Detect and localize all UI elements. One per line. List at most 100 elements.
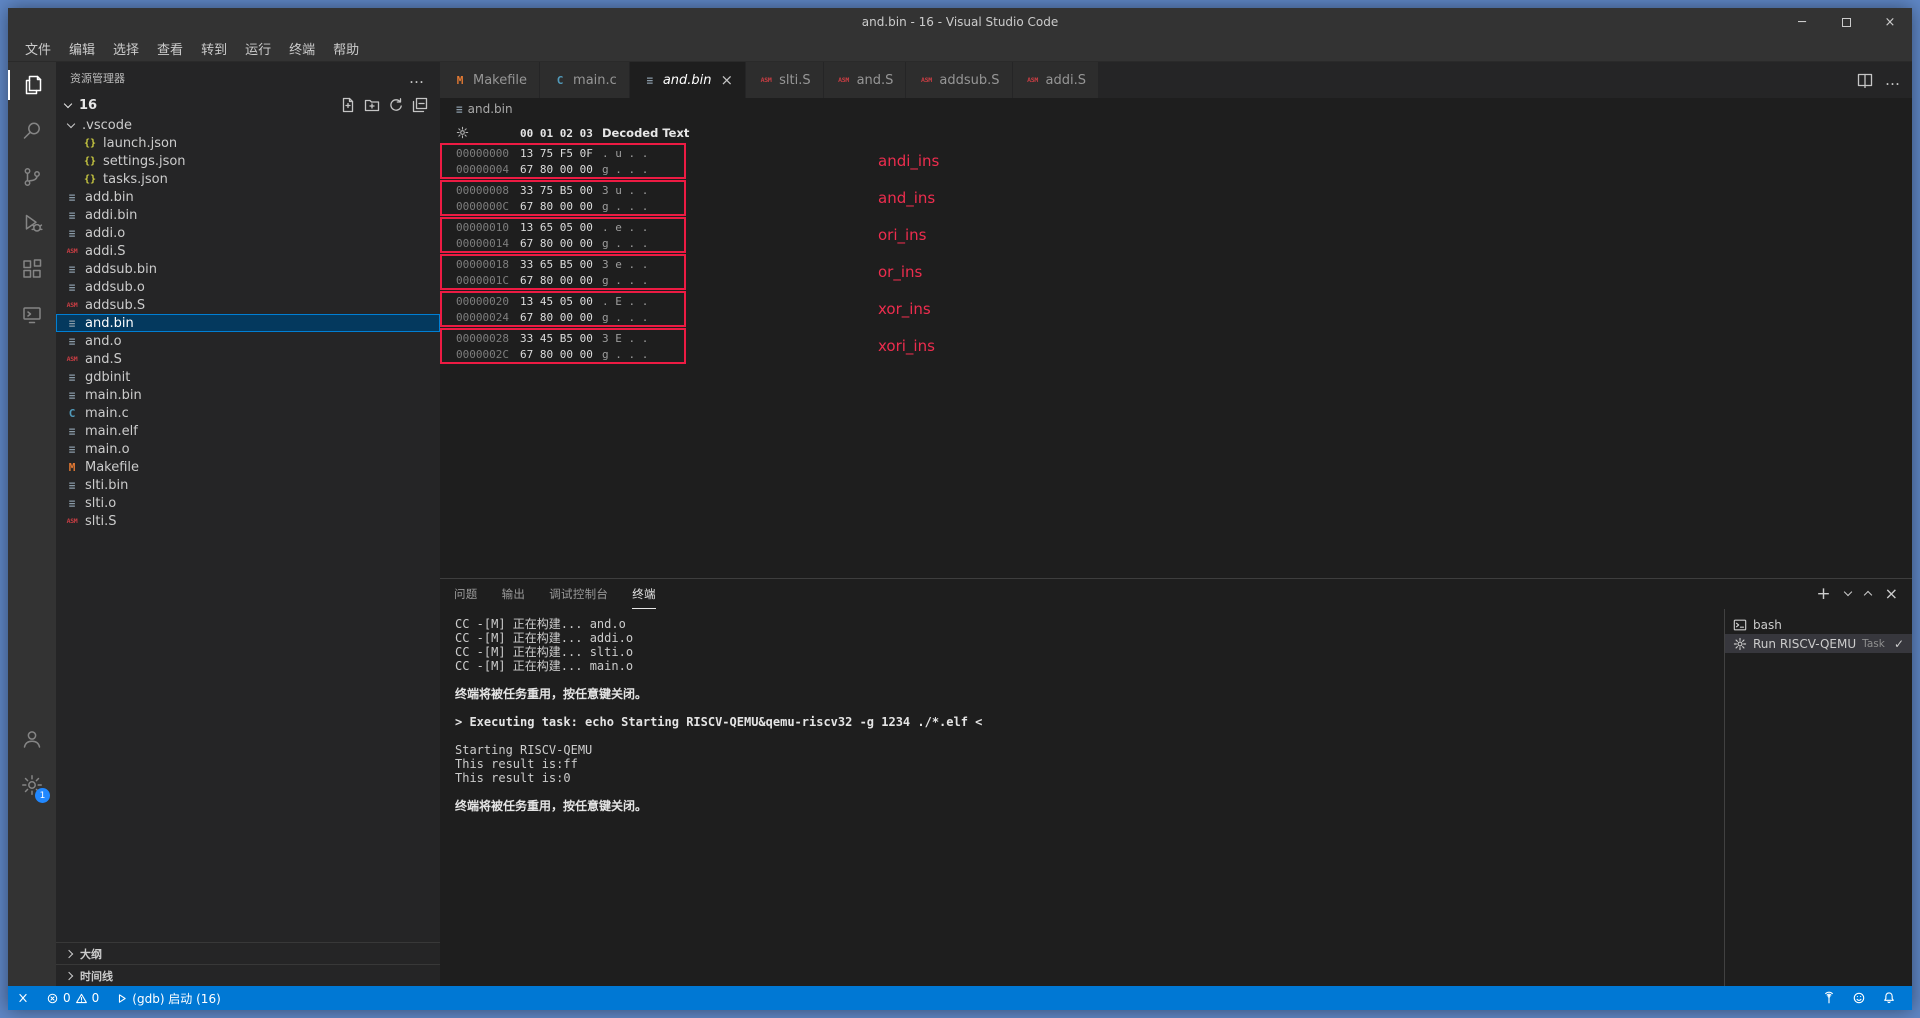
tab-addi.S[interactable]: ASMaddi.S	[1013, 62, 1099, 98]
folder-.vscode[interactable]: .vscode	[56, 116, 440, 134]
file-addsub.S[interactable]: ASMaddsub.S	[56, 296, 440, 314]
activity-run-debug[interactable]	[8, 200, 56, 246]
hex-row[interactable]: 0000002833 45 B5 003 E . .	[442, 330, 684, 346]
panel-actions: + ×	[1816, 586, 1898, 603]
tab-Makefile[interactable]: MMakefile	[440, 62, 540, 98]
activity-search[interactable]	[8, 108, 56, 154]
maximize-button[interactable]	[1824, 8, 1868, 36]
menu-run[interactable]: 运行	[236, 37, 280, 60]
notifications-button[interactable]	[1874, 986, 1904, 1010]
tab-main.c[interactable]: Cmain.c	[540, 62, 630, 98]
hex-row[interactable]: 0000000C67 80 00 00g . . .	[442, 198, 684, 214]
file-settings.json[interactable]: {}settings.json	[56, 152, 440, 170]
file-slti.bin[interactable]: ≡slti.bin	[56, 476, 440, 494]
broadcast-status[interactable]	[1814, 986, 1844, 1010]
more-actions-icon[interactable]: …	[1885, 71, 1900, 89]
file-and.bin[interactable]: ≡and.bin	[56, 314, 440, 332]
hex-row[interactable]: 0000000013 75 F5 0F. u . .	[442, 145, 684, 161]
more-actions-icon[interactable]: …	[409, 69, 426, 87]
tab-and.S[interactable]: ASMand.S	[824, 62, 907, 98]
close-button[interactable]: ×	[1868, 8, 1912, 36]
feedback-button[interactable]	[1844, 986, 1874, 1010]
file-Makefile[interactable]: MMakefile	[56, 458, 440, 476]
terminal-line: 终端将被任务重用，按任意键关闭。	[455, 687, 1724, 701]
panel-tab-problems[interactable]: 问题	[454, 579, 478, 609]
file-main.c[interactable]: Cmain.c	[56, 404, 440, 422]
problems-status[interactable]: 0 0	[38, 986, 107, 1010]
tab-and.bin[interactable]: ≡and.bin×	[630, 62, 746, 98]
file-label: tasks.json	[103, 172, 168, 187]
menu-edit[interactable]: 编辑	[60, 37, 104, 60]
settings-button[interactable]: 1	[8, 762, 56, 808]
close-icon[interactable]: ×	[721, 73, 734, 88]
bin-file-icon: ≡	[64, 333, 80, 349]
file-addsub.bin[interactable]: ≡addsub.bin	[56, 260, 440, 278]
file-main.o[interactable]: ≡main.o	[56, 440, 440, 458]
close-panel-icon[interactable]: ×	[1885, 586, 1898, 602]
terminal-line: CC -[M] 正在构建... main.o	[455, 659, 1724, 673]
file-addi.bin[interactable]: ≡addi.bin	[56, 206, 440, 224]
file-and.o[interactable]: ≡and.o	[56, 332, 440, 350]
breadcrumb[interactable]: ≡ and.bin	[440, 98, 1912, 120]
hex-bytes: 33 45 B5 00	[520, 332, 602, 345]
file-main.elf[interactable]: ≡main.elf	[56, 422, 440, 440]
hex-row[interactable]: 0000001467 80 00 00g . . .	[442, 235, 684, 251]
maximize-panel-icon[interactable]	[1865, 587, 1871, 601]
activity-source-control[interactable]	[8, 154, 56, 200]
account-button[interactable]	[8, 716, 56, 762]
file-main.bin[interactable]: ≡main.bin	[56, 386, 440, 404]
minimize-button[interactable]: ─	[1780, 8, 1824, 36]
activity-extensions[interactable]	[8, 246, 56, 292]
new-folder-icon[interactable]	[364, 97, 380, 113]
refresh-icon[interactable]	[388, 97, 404, 113]
outline-section-header[interactable]: 大纲	[56, 942, 440, 964]
hex-row[interactable]: 0000001013 65 05 00. e . .	[442, 219, 684, 235]
file-addi.S[interactable]: ASMaddi.S	[56, 242, 440, 260]
terminal-dropdown-icon[interactable]	[1845, 587, 1851, 601]
file-addsub.o[interactable]: ≡addsub.o	[56, 278, 440, 296]
hex-editor: 00 01 02 03 Decoded Text 0000000013 75 F…	[440, 120, 1912, 578]
menu-selection[interactable]: 选择	[104, 37, 148, 60]
panel-tab-debug-console[interactable]: 调试控制台	[549, 579, 608, 609]
menu-goto[interactable]: 转到	[192, 37, 236, 60]
hex-row[interactable]: 0000002467 80 00 00g . . .	[442, 309, 684, 325]
file-add.bin[interactable]: ≡add.bin	[56, 188, 440, 206]
terminal-session-bash[interactable]: bash	[1725, 615, 1912, 634]
menu-file[interactable]: 文件	[16, 37, 60, 60]
debug-status[interactable]: (gdb) 启动 (16)	[107, 986, 228, 1010]
hex-row[interactable]: 0000000833 75 B5 003 u . .	[442, 182, 684, 198]
panel-tab-output[interactable]: 输出	[502, 579, 526, 609]
new-terminal-icon[interactable]: +	[1816, 586, 1830, 603]
hex-row[interactable]: 0000001833 65 B5 003 e . .	[442, 256, 684, 272]
file-label: and.bin	[85, 316, 134, 331]
menu-help[interactable]: 帮助	[324, 37, 368, 60]
hex-row[interactable]: 0000001C67 80 00 00g . . .	[442, 272, 684, 288]
panel-tab-terminal[interactable]: 终端	[632, 579, 656, 609]
hex-settings[interactable]	[456, 124, 520, 143]
remote-indicator[interactable]	[8, 986, 38, 1010]
activity-explorer[interactable]	[8, 62, 56, 108]
hex-row[interactable]: 0000002C67 80 00 00g . . .	[442, 346, 684, 362]
file-slti.S[interactable]: ASMslti.S	[56, 512, 440, 530]
file-gdbinit[interactable]: ≡gdbinit	[56, 368, 440, 386]
file-addi.o[interactable]: ≡addi.o	[56, 224, 440, 242]
split-editor-icon[interactable]	[1857, 72, 1873, 88]
file-and.S[interactable]: ASMand.S	[56, 350, 440, 368]
file-launch.json[interactable]: {}launch.json	[56, 134, 440, 152]
hex-row[interactable]: 0000000467 80 00 00g . . .	[442, 161, 684, 177]
activity-remote-explorer[interactable]	[8, 292, 56, 338]
terminal-session-run-riscv-qemu[interactable]: Run RISCV-QEMUTask✓	[1725, 634, 1912, 653]
timeline-section-header[interactable]: 时间线	[56, 964, 440, 986]
collapse-all-icon[interactable]	[412, 97, 428, 113]
file-slti.o[interactable]: ≡slti.o	[56, 494, 440, 512]
folder-root[interactable]: 16	[56, 94, 440, 116]
menu-view[interactable]: 查看	[148, 37, 192, 60]
menu-terminal[interactable]: 终端	[280, 37, 324, 60]
tab-addsub.S[interactable]: ASMaddsub.S	[906, 62, 1012, 98]
tab-slti.S[interactable]: ASMslti.S	[746, 62, 823, 98]
gear-icon	[456, 126, 469, 139]
hex-row[interactable]: 0000002013 45 05 00. E . .	[442, 293, 684, 309]
file-tasks.json[interactable]: {}tasks.json	[56, 170, 440, 188]
terminal-output[interactable]: CC -[M] 正在构建... and.oCC -[M] 正在构建... add…	[440, 609, 1724, 986]
new-file-icon[interactable]	[340, 97, 356, 113]
